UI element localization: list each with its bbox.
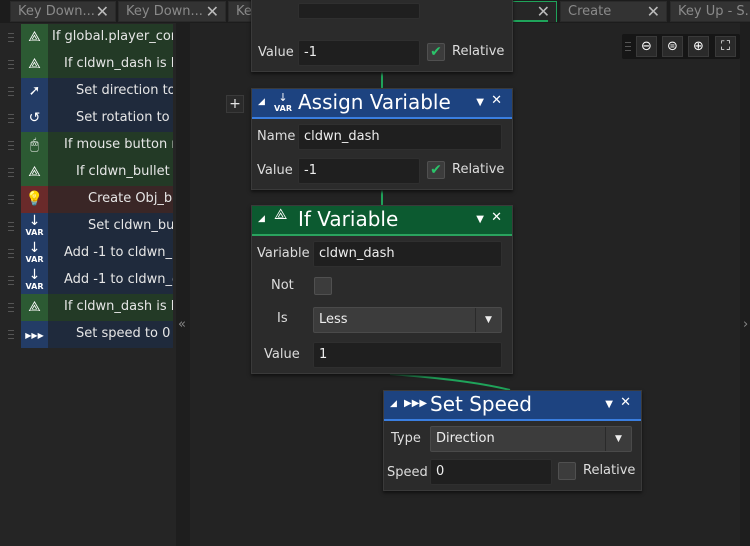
value-label: Value xyxy=(258,45,294,60)
node-title: Assign Variable xyxy=(298,90,451,114)
assign-variable-node[interactable]: ◢ ↓ VAR Assign Variable ▼ ✕ Name cldwn_da… xyxy=(251,88,513,190)
collapse-icon[interactable]: ◢ xyxy=(258,214,265,224)
if-condition-icon: ⟁ xyxy=(274,205,288,223)
relative-checkbox[interactable] xyxy=(558,462,576,480)
dropdown-icon[interactable]: ▼ xyxy=(605,399,613,410)
relative-label: Relative xyxy=(452,162,505,177)
type-value: Direction xyxy=(436,431,495,446)
value-field[interactable]: 1 xyxy=(313,342,502,368)
close-icon[interactable]: ✕ xyxy=(491,93,502,108)
variable-field[interactable]: cldwn_dash xyxy=(313,241,502,267)
node-title: Set Speed xyxy=(430,392,532,416)
zoom-out-icon[interactable]: ⊖ xyxy=(636,36,657,57)
not-checkbox[interactable] xyxy=(314,277,332,295)
value-field[interactable]: -1 xyxy=(298,40,420,66)
value-label: Value xyxy=(264,347,300,362)
zoom-toolbar: ⊖ ⊜ ⊕ ⛶ xyxy=(622,34,740,59)
var-icon: ↓ VAR xyxy=(274,91,292,113)
type-select[interactable]: Direction ▼ xyxy=(430,426,632,452)
dropdown-icon[interactable]: ▼ xyxy=(476,97,484,108)
speed-icon: ▶▶▶ xyxy=(404,398,428,409)
name-label: Name xyxy=(257,129,296,144)
collapse-icon[interactable]: ◢ xyxy=(390,399,397,409)
chevron-down-icon[interactable]: ▼ xyxy=(605,427,631,451)
set-speed-node[interactable]: ◢ ▶▶▶ Set Speed ▼ ✕ Type Direction ▼ Spee… xyxy=(383,390,642,491)
node-partial: Value -1 ✔ Relative xyxy=(251,0,513,72)
value-label: Value xyxy=(257,163,293,178)
speed-label: Speed xyxy=(387,465,428,480)
if-variable-node[interactable]: ◢ ⟁ If Variable ▼ ✕ Variable cldwn_dash … xyxy=(251,205,513,374)
name-field[interactable]: cldwn_dash xyxy=(298,124,502,150)
is-label: Is xyxy=(277,311,288,326)
close-icon[interactable]: ✕ xyxy=(491,210,502,225)
node-header[interactable]: ◢ ▶▶▶ Set Speed ▼ ✕ xyxy=(384,391,641,421)
fit-icon[interactable]: ⛶ xyxy=(715,36,736,57)
is-select[interactable]: Less ▼ xyxy=(313,307,502,333)
speed-field[interactable]: 0 xyxy=(430,459,552,485)
relative-label: Relative xyxy=(583,463,636,478)
zoom-in-icon[interactable]: ⊕ xyxy=(688,36,709,57)
chevron-down-icon[interactable]: ▼ xyxy=(475,308,501,332)
node-header[interactable]: ◢ ⟁ If Variable ▼ ✕ xyxy=(252,206,512,236)
type-label: Type xyxy=(391,431,421,446)
relative-label: Relative xyxy=(452,44,505,59)
is-value: Less xyxy=(319,312,348,327)
add-action-button[interactable]: + xyxy=(226,95,244,113)
not-label: Not xyxy=(271,278,294,293)
connector xyxy=(389,373,511,391)
node-title: If Variable xyxy=(298,207,399,231)
dropdown-icon[interactable]: ▼ xyxy=(476,214,484,225)
zoom-reset-icon[interactable]: ⊜ xyxy=(662,36,683,57)
relative-checkbox[interactable]: ✔ xyxy=(427,161,445,179)
collapse-icon[interactable]: ◢ xyxy=(258,97,265,107)
relative-checkbox[interactable]: ✔ xyxy=(427,43,445,61)
variable-label: Variable xyxy=(257,246,310,261)
value-field[interactable]: -1 xyxy=(298,158,420,184)
close-icon[interactable]: ✕ xyxy=(620,395,631,410)
node-header[interactable]: ◢ ↓ VAR Assign Variable ▼ ✕ xyxy=(252,89,512,119)
